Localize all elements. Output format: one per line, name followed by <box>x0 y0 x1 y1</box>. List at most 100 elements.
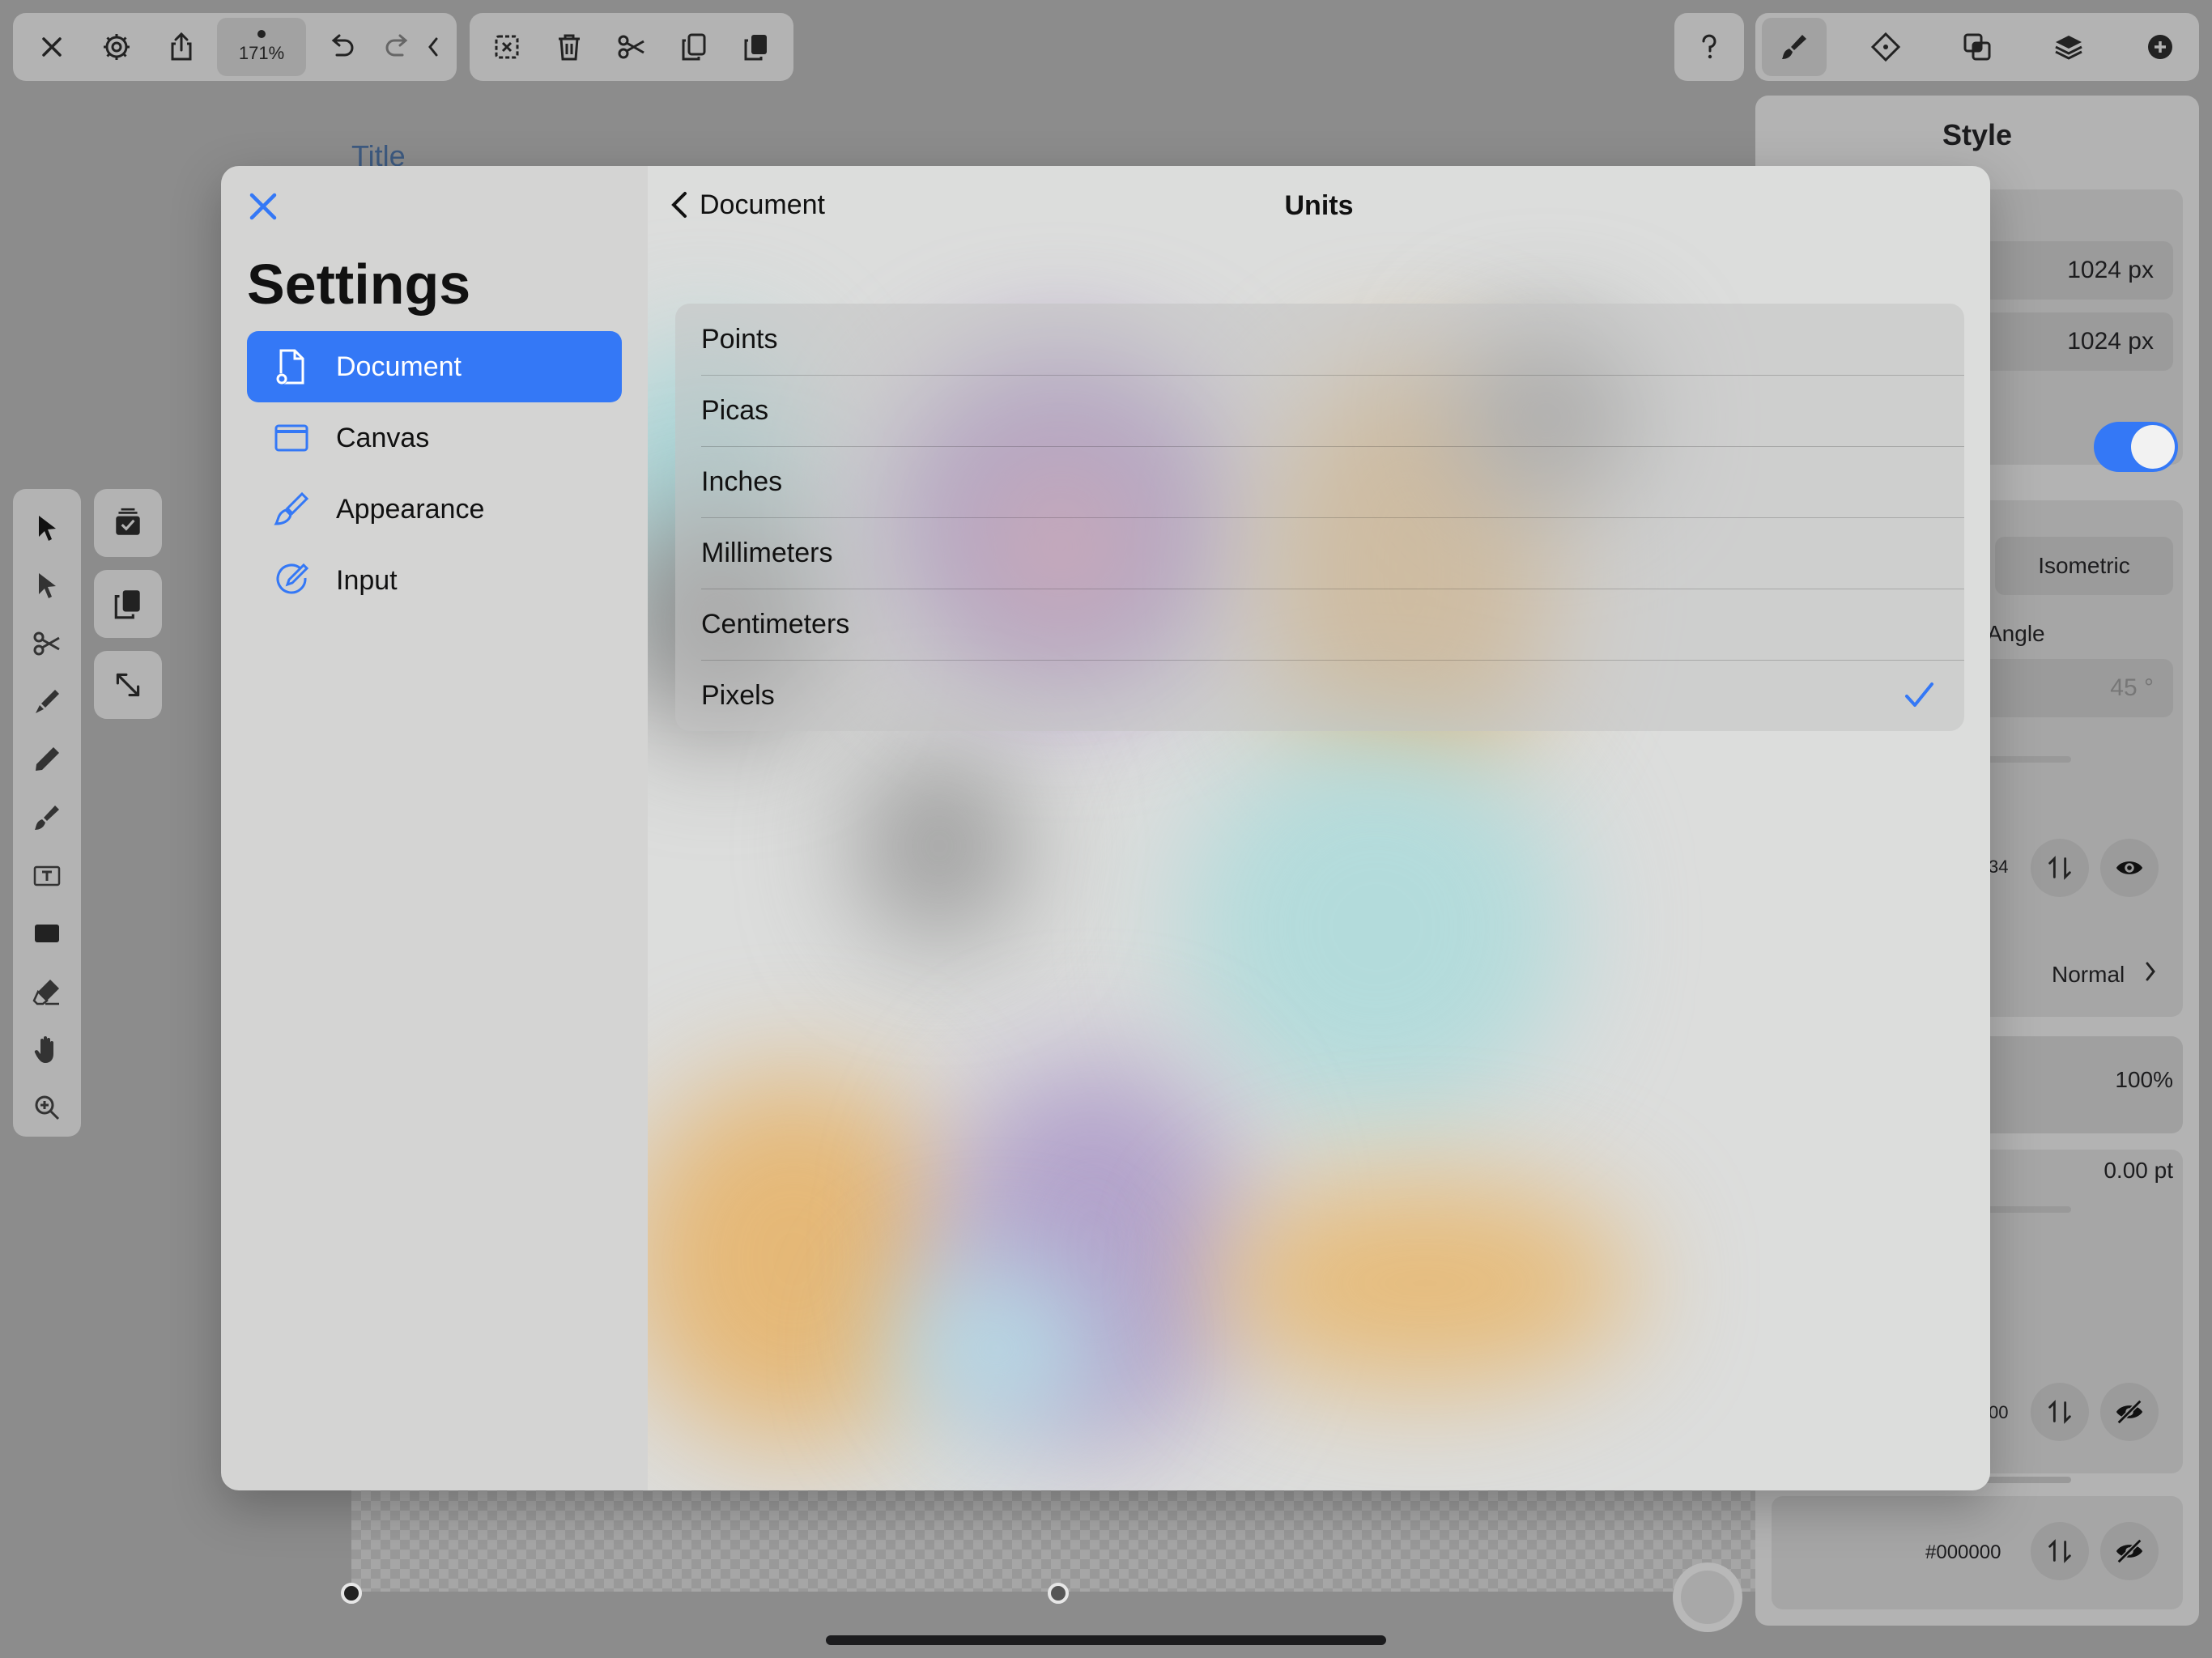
collapse-toolbar-button[interactable] <box>421 18 445 76</box>
artboard-handle-left[interactable] <box>341 1583 362 1604</box>
cut-button[interactable] <box>601 18 663 76</box>
pen-tool[interactable] <box>18 673 76 731</box>
close-document-button[interactable] <box>19 18 84 76</box>
fit-view-button[interactable] <box>94 651 162 719</box>
home-indicator[interactable] <box>826 1635 1386 1645</box>
swap-arrows-icon <box>2048 1539 2071 1563</box>
undo-button[interactable] <box>309 18 374 76</box>
shape-tool[interactable] <box>18 904 76 963</box>
share-icon <box>171 32 192 61</box>
scissors-icon <box>33 631 60 656</box>
duplicate-icon <box>114 590 140 619</box>
unit-option-centimeters[interactable]: Centimeters <box>675 589 1964 660</box>
trash-icon <box>559 34 581 61</box>
unit-label: Picas <box>701 394 769 426</box>
canvas-artboard[interactable] <box>351 1482 1760 1592</box>
brush-tool[interactable] <box>18 789 76 847</box>
layers-tab[interactable] <box>2036 18 2101 76</box>
close-icon[interactable] <box>242 185 284 227</box>
paintbrush-icon <box>1782 35 1806 59</box>
help-button[interactable] <box>1677 18 1742 76</box>
fill-swap-button[interactable] <box>2031 839 2089 897</box>
shadow-swap-button[interactable] <box>2031 1522 2089 1580</box>
artboard-handle-middle[interactable] <box>1048 1583 1069 1604</box>
checklist-stack-icon <box>116 508 140 535</box>
unit-option-millimeters[interactable]: Millimeters <box>675 517 1964 589</box>
deselect-button[interactable] <box>476 18 538 76</box>
unit-option-inches[interactable]: Inches <box>675 446 1964 517</box>
stroke-visibility-button[interactable] <box>2100 1383 2159 1441</box>
plus-circle-icon <box>2148 35 2172 59</box>
stroke-swap-button[interactable] <box>2031 1383 2089 1441</box>
sidebar-item-label: Input <box>336 564 398 596</box>
sidebar-item-label: Appearance <box>336 493 485 525</box>
settings-modal: Settings Document Canvas Appearance Inpu… <box>221 166 1990 1490</box>
scissor-tool[interactable] <box>18 614 76 673</box>
unit-option-points[interactable]: Points <box>675 304 1964 375</box>
unit-option-picas[interactable]: Picas <box>675 375 1964 446</box>
redo-button[interactable] <box>374 18 421 76</box>
backdrop-blur <box>858 749 1020 943</box>
magnifier-icon <box>35 1095 60 1120</box>
expand-arrows-icon <box>116 673 140 697</box>
pen-nib-icon <box>36 689 59 713</box>
copy-button[interactable] <box>662 18 725 76</box>
angle-field[interactable]: 45 ° <box>1971 659 2173 717</box>
direct-select-tool[interactable] <box>18 557 76 615</box>
settings-title: Settings <box>247 253 471 316</box>
shadow-visibility-button[interactable] <box>2100 1522 2159 1580</box>
brush-icon <box>35 806 59 831</box>
pencil-tool[interactable] <box>18 731 76 789</box>
close-icon <box>42 37 62 57</box>
sidebar-item-canvas[interactable]: Canvas <box>247 402 622 474</box>
sidebar-item-input[interactable]: Input <box>247 545 622 616</box>
arrange-tab[interactable] <box>1853 18 1918 76</box>
path-ops-tab[interactable] <box>1945 18 2010 76</box>
chevron-left-icon <box>428 37 438 57</box>
rectangle-icon <box>35 925 59 943</box>
blend-mode-chevron[interactable] <box>2142 955 2159 988</box>
zoom-tool[interactable] <box>18 1078 76 1137</box>
question-mark-icon <box>1702 34 1716 59</box>
sidebar-item-document[interactable]: Document <box>247 331 622 402</box>
floating-action-button[interactable] <box>1673 1562 1742 1632</box>
paste-button[interactable] <box>725 18 787 76</box>
deselect-icon <box>495 35 519 59</box>
swap-arrows-icon <box>2048 856 2071 880</box>
share-button[interactable] <box>149 18 214 76</box>
sidebar-item-label: Canvas <box>336 422 430 453</box>
backdrop-blur <box>1214 1178 1636 1388</box>
delete-button[interactable] <box>538 18 601 76</box>
settings-button[interactable] <box>84 18 149 76</box>
copy-icon <box>682 33 706 61</box>
style-tab[interactable] <box>1762 18 1827 76</box>
eraser-tool[interactable] <box>18 963 76 1021</box>
grid-toggle[interactable] <box>2094 422 2178 472</box>
inspector-tabs-group <box>1755 13 2199 81</box>
backdrop-blur <box>891 1267 1101 1429</box>
eye-slash-icon <box>2116 1538 2143 1564</box>
text-tool[interactable] <box>18 847 76 905</box>
add-tab[interactable] <box>2128 18 2193 76</box>
grid-type-isometric[interactable]: Isometric <box>1995 537 2173 595</box>
blend-mode-value[interactable]: Normal <box>2052 962 2125 988</box>
stroke-width-value[interactable]: 0.00 pt <box>2104 1158 2173 1184</box>
swap-arrows-icon <box>2048 1400 2071 1424</box>
layers-icon <box>2055 36 2082 60</box>
hand-tool[interactable] <box>18 1021 76 1079</box>
duplicate-button[interactable] <box>94 570 162 638</box>
backdrop-blur <box>1182 733 1571 1121</box>
sidebar-item-appearance[interactable]: Appearance <box>247 474 622 545</box>
select-tool[interactable] <box>18 499 76 557</box>
unit-option-pixels[interactable]: Pixels <box>675 660 1964 731</box>
eye-icon <box>2116 861 2143 874</box>
unit-label: Centimeters <box>701 608 850 640</box>
stroke-hex-value: 00 <box>1989 1402 2009 1422</box>
opacity-value[interactable]: 100% <box>2115 1067 2173 1093</box>
fill-visibility-button[interactable] <box>2100 839 2159 897</box>
zoom-indicator-dot <box>257 30 266 38</box>
zoom-level-button[interactable]: 171% <box>217 18 306 76</box>
tool-palette <box>13 489 81 1137</box>
shadow-hex-value[interactable]: #000000 <box>1925 1541 2001 1564</box>
select-all-button[interactable] <box>94 489 162 557</box>
